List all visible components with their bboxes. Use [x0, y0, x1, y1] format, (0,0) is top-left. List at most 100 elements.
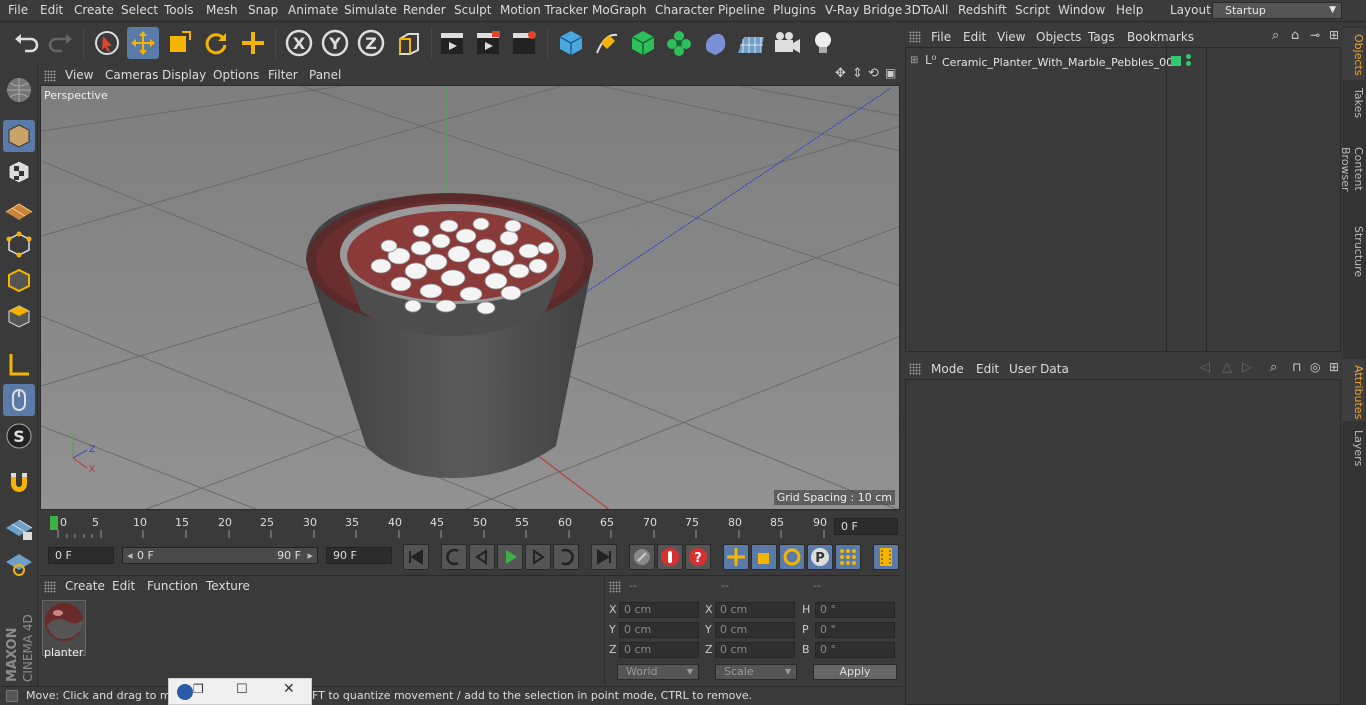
- viewport-menu-panel[interactable]: Panel: [309, 68, 341, 82]
- render-view-button[interactable]: [436, 27, 468, 59]
- viewport-menu-options[interactable]: Options: [213, 68, 259, 82]
- size-y-field[interactable]: 0 cm: [715, 622, 795, 638]
- texture-mode-button[interactable]: [3, 156, 35, 188]
- viewport-menu-view[interactable]: View: [65, 68, 93, 82]
- panel-grip-icon[interactable]: [44, 581, 56, 593]
- menu-simulate[interactable]: Simulate: [344, 3, 397, 17]
- magnet-button[interactable]: [3, 467, 35, 499]
- menu-render[interactable]: Render: [403, 3, 446, 17]
- search-icon[interactable]: ⌕: [1272, 28, 1279, 43]
- attributes-menu-user-data[interactable]: User Data: [1009, 362, 1069, 376]
- undo-button[interactable]: [10, 27, 42, 59]
- menu-mograph[interactable]: MoGraph: [592, 3, 647, 17]
- material-menu-create[interactable]: Create: [65, 579, 105, 593]
- menu-create[interactable]: Create: [74, 3, 114, 17]
- size-x-field[interactable]: 0 cm: [715, 602, 795, 618]
- position-z-field[interactable]: 0 cm: [619, 642, 699, 658]
- new-panel-icon[interactable]: ⊞: [1329, 360, 1339, 374]
- apply-button[interactable]: Apply: [813, 664, 897, 680]
- tab-attributes[interactable]: Attributes: [1343, 359, 1365, 421]
- current-frame-field[interactable]: 0 F: [834, 518, 898, 535]
- layer-color-tag[interactable]: [1171, 56, 1181, 66]
- home-icon[interactable]: ⌂: [1291, 28, 1299, 43]
- enable-axis-button[interactable]: [3, 348, 35, 380]
- camera-button[interactable]: [771, 27, 803, 59]
- key-scale-button[interactable]: [751, 544, 777, 570]
- layout-select[interactable]: Startup ▼: [1212, 2, 1342, 19]
- objects-menu-bookmarks[interactable]: Bookmarks: [1127, 30, 1194, 44]
- x-axis-lock-button[interactable]: X: [283, 27, 315, 59]
- objects-menu-file[interactable]: File: [931, 30, 951, 44]
- move-tool-button[interactable]: [127, 27, 159, 59]
- forward-arrow-icon[interactable]: ▷: [1242, 360, 1252, 375]
- frame-range-slider[interactable]: ◂ 0 F 90 F ▸: [122, 547, 318, 564]
- up-arrow-icon[interactable]: △: [1222, 360, 1232, 375]
- material-menu-edit[interactable]: Edit: [112, 579, 135, 593]
- menu-file[interactable]: File: [8, 3, 28, 17]
- menu-character[interactable]: Character: [655, 3, 714, 17]
- back-arrow-icon[interactable]: ◁: [1200, 360, 1210, 375]
- viewport-menu-cameras[interactable]: Cameras: [105, 68, 158, 82]
- material-thumbnail[interactable]: planter: [42, 600, 86, 659]
- scale-tool-button[interactable]: [163, 27, 195, 59]
- 3d-viewport[interactable]: Y Z X Perspective Grid Spacing : 10 cm: [40, 85, 900, 510]
- menu-3dtoall[interactable]: 3DToAll: [904, 3, 948, 17]
- menu-animate[interactable]: Animate: [288, 3, 338, 17]
- tab-structure[interactable]: Structure: [1343, 220, 1365, 277]
- make-editable-button[interactable]: [3, 74, 35, 106]
- panel-grip-icon[interactable]: [44, 70, 56, 82]
- menu-vray-bridge[interactable]: V-Ray Bridge: [825, 3, 902, 17]
- edges-mode-button[interactable]: [3, 264, 35, 296]
- tweak-mode-button[interactable]: [3, 384, 35, 416]
- menu-script[interactable]: Script: [1015, 3, 1050, 17]
- rotation-b-field[interactable]: 0 °: [815, 642, 895, 658]
- key-parameter-button[interactable]: P: [807, 544, 833, 570]
- lock-workplane-button[interactable]: [3, 512, 35, 544]
- y-axis-lock-button[interactable]: Y: [319, 27, 351, 59]
- render-settings-button[interactable]: [508, 27, 540, 59]
- timeline-ruler[interactable]: 0 5 10 15 20 25 30 35 40 45 50 55 60 65 …: [40, 512, 900, 540]
- back-icon[interactable]: ⊸: [1310, 28, 1320, 42]
- previous-key-button[interactable]: [441, 544, 467, 570]
- objects-menu-view[interactable]: View: [997, 30, 1025, 44]
- panel-grip-icon[interactable]: [909, 363, 921, 375]
- menu-plugins[interactable]: Plugins: [773, 3, 816, 17]
- material-menu-texture[interactable]: Texture: [206, 579, 250, 593]
- menu-select[interactable]: Select: [121, 3, 158, 17]
- lock-icon[interactable]: ⊓: [1292, 360, 1301, 374]
- position-y-field[interactable]: 0 cm: [619, 622, 699, 638]
- menu-window[interactable]: Window: [1058, 3, 1105, 17]
- snapping-button[interactable]: S: [3, 420, 35, 452]
- workplane-mode-button[interactable]: [3, 192, 35, 224]
- viewport-nav-rotate-icon[interactable]: ⟲: [868, 66, 879, 81]
- menu-tools[interactable]: Tools: [164, 3, 194, 17]
- size-z-field[interactable]: 0 cm: [715, 642, 795, 658]
- record-button[interactable]: [657, 544, 683, 570]
- go-to-start-button[interactable]: [403, 544, 429, 570]
- autokey-button[interactable]: ?: [685, 544, 711, 570]
- maximize-icon[interactable]: ☐: [236, 682, 248, 697]
- target-icon[interactable]: ◎: [1310, 360, 1320, 374]
- menu-pipeline[interactable]: Pipeline: [718, 3, 765, 17]
- rotation-p-field[interactable]: 0 °: [815, 622, 895, 638]
- render-picture-viewer-button[interactable]: [472, 27, 504, 59]
- tab-content-browser[interactable]: Content Browser: [1339, 122, 1365, 216]
- recent-tool-button[interactable]: [237, 27, 269, 59]
- light-button[interactable]: [807, 27, 839, 59]
- new-panel-icon[interactable]: ⊞: [1329, 28, 1339, 42]
- floor-button[interactable]: [735, 27, 767, 59]
- viewport-nav-zoom-icon[interactable]: ⇕: [852, 66, 863, 81]
- tab-objects[interactable]: Objects: [1343, 28, 1365, 80]
- previous-frame-button[interactable]: [469, 544, 495, 570]
- coordinate-space-select[interactable]: World ▼: [617, 664, 699, 680]
- object-row[interactable]: ⊞ L⁰ Ceramic_Planter_With_Marble_Pebbles…: [906, 50, 1341, 72]
- rotate-tool-button[interactable]: [199, 27, 231, 59]
- workplane-settings-button[interactable]: [3, 548, 35, 580]
- menu-mesh[interactable]: Mesh: [206, 3, 238, 17]
- live-selection-button[interactable]: [91, 27, 123, 59]
- cube-primitive-button[interactable]: [555, 27, 587, 59]
- viewport-menu-filter[interactable]: Filter: [268, 68, 298, 82]
- search-icon[interactable]: ⌕: [1270, 360, 1277, 375]
- deformer-button[interactable]: [699, 27, 731, 59]
- menu-sculpt[interactable]: Sculpt: [454, 3, 491, 17]
